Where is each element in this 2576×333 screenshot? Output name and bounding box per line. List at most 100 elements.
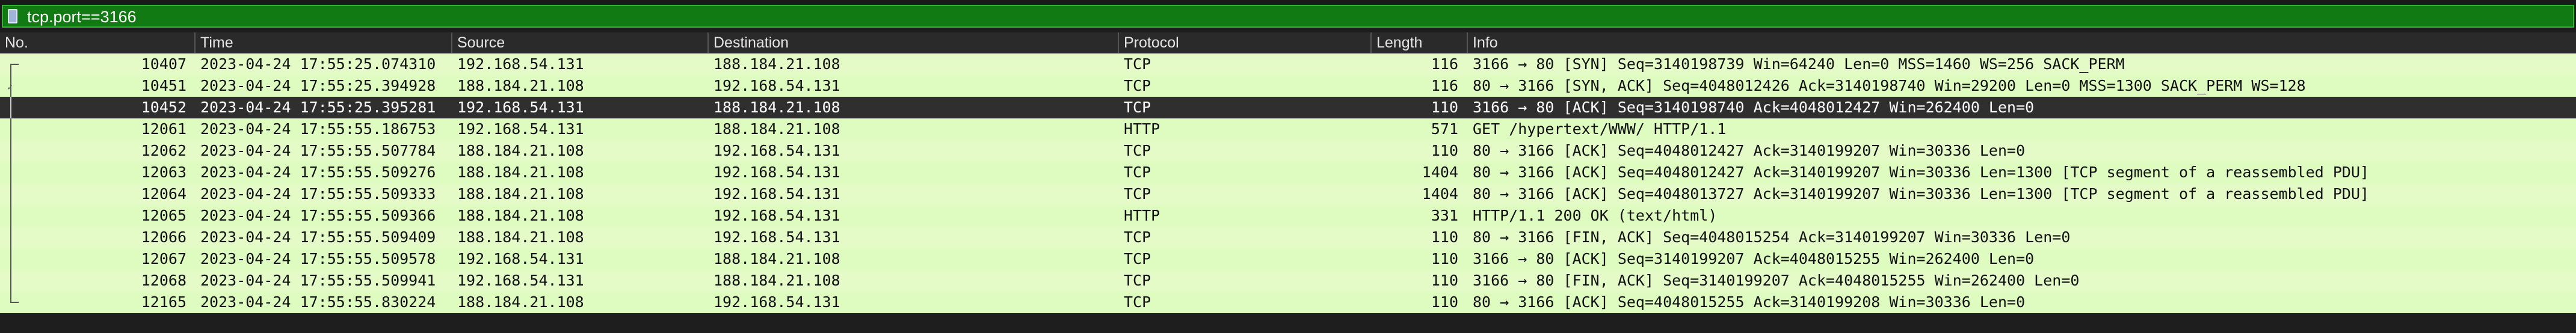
packet-time: 2023-04-24 17:55:55.509578: [200, 250, 436, 267]
packet-length: 571: [1431, 120, 1458, 138]
packet-destination: 192.168.54.131: [713, 77, 840, 94]
packet-destination: 192.168.54.131: [713, 293, 840, 311]
packet-source: 188.184.21.108: [457, 293, 584, 311]
packet-protocol: HTTP: [1124, 120, 1160, 138]
packet-info: GET /hypertext/WWW/ HTTP/1.1: [1473, 120, 1727, 138]
packet-source: 188.184.21.108: [457, 185, 584, 203]
packet-protocol: TCP: [1124, 77, 1151, 94]
packet-source: 192.168.54.131: [457, 120, 584, 138]
packet-source: 192.168.54.131: [457, 272, 584, 289]
packet-info: 80 → 3166 [FIN, ACK] Seq=4048015254 Ack=…: [1473, 228, 2071, 246]
packet-row[interactable]: 12065 2023-04-24 17:55:55.509366 188.184.2…: [0, 205, 2576, 227]
packet-protocol: TCP: [1124, 250, 1151, 267]
packet-length: 331: [1431, 207, 1458, 224]
packet-destination: 188.184.21.108: [713, 99, 840, 116]
packet-destination: 188.184.21.108: [713, 55, 840, 73]
packet-time: 2023-04-24 17:55:25.395281: [200, 99, 436, 116]
column-header-no[interactable]: No.: [0, 32, 194, 53]
packet-row[interactable]: 12061 2023-04-24 17:55:55.186753 192.168.5…: [0, 118, 2576, 140]
packet-number: 12062: [141, 142, 186, 159]
packet-destination: 188.184.21.108: [713, 272, 840, 289]
packet-source: 192.168.54.131: [457, 55, 584, 73]
packet-info: HTTP/1.1 200 OK (text/html): [1473, 207, 1718, 224]
packet-time: 2023-04-24 17:55:55.509276: [200, 163, 436, 181]
packet-length: 110: [1431, 228, 1458, 246]
packet-row[interactable]: 12062 2023-04-24 17:55:55.507784 188.184.2…: [0, 140, 2576, 162]
packet-row[interactable]: ✓ 10451 2023-04-24 17:55:25.394928 188.184.…: [0, 75, 2576, 97]
packet-time: 2023-04-24 17:55:55.509333: [200, 185, 436, 203]
packet-length: 110: [1431, 293, 1458, 311]
packet-info: 80 → 3166 [SYN, ACK] Seq=4048012426 Ack=…: [1473, 77, 2306, 94]
packet-protocol: TCP: [1124, 185, 1151, 203]
packet-number: 12064: [141, 185, 186, 203]
packet-source: 188.184.21.108: [457, 207, 584, 224]
packet-protocol: TCP: [1124, 55, 1151, 73]
packet-length: 110: [1431, 272, 1458, 289]
packet-list: 10407 2023-04-24 17:55:25.074310 192.168.5…: [0, 53, 2576, 313]
packet-destination: 192.168.54.131: [713, 207, 840, 224]
packet-length: 1404: [1422, 163, 1458, 181]
packet-destination: 192.168.54.131: [713, 228, 840, 246]
packet-source: 188.184.21.108: [457, 142, 584, 159]
packet-source: 188.184.21.108: [457, 163, 584, 181]
column-header-length[interactable]: Length: [1370, 32, 1467, 53]
display-filter-text[interactable]: tcp.port==3166: [27, 7, 137, 26]
column-header-destination[interactable]: Destination: [707, 32, 1118, 53]
packet-row[interactable]: 10452 2023-04-24 17:55:25.395281 192.168.5…: [0, 97, 2576, 118]
packet-protocol: TCP: [1124, 142, 1151, 159]
packet-protocol: TCP: [1124, 228, 1151, 246]
packet-time: 2023-04-24 17:55:55.509409: [200, 228, 436, 246]
packet-number: 12165: [141, 293, 186, 311]
packet-protocol: TCP: [1124, 272, 1151, 289]
packet-length: 110: [1431, 250, 1458, 267]
packet-row[interactable]: 12066 2023-04-24 17:55:55.509409 188.184.2…: [0, 227, 2576, 248]
packet-info: 3166 → 80 [ACK] Seq=3140199207 Ack=40480…: [1473, 250, 2035, 267]
packet-info: 3166 → 80 [SYN] Seq=3140198739 Win=64240…: [1473, 55, 2125, 73]
packet-number: 12065: [141, 207, 186, 224]
packet-length: 110: [1431, 99, 1458, 116]
packet-source: 188.184.21.108: [457, 228, 584, 246]
packet-length: 116: [1431, 55, 1458, 73]
packet-source: 192.168.54.131: [457, 250, 584, 267]
packet-row[interactable]: 12064 2023-04-24 17:55:55.509333 188.184.2…: [0, 183, 2576, 205]
packet-destination: 188.184.21.108: [713, 250, 840, 267]
packet-number: 12066: [141, 228, 186, 246]
packet-destination: 192.168.54.131: [713, 185, 840, 203]
packet-number: 10407: [141, 55, 186, 73]
packet-number: 12068: [141, 272, 186, 289]
packet-protocol: TCP: [1124, 293, 1151, 311]
packet-time: 2023-04-24 17:55:55.509366: [200, 207, 436, 224]
packet-list-empty-area: [0, 313, 2576, 333]
packet-protocol: HTTP: [1124, 207, 1160, 224]
packet-source: 192.168.54.131: [457, 99, 584, 116]
display-filter-input[interactable]: tcp.port==3166: [2, 5, 2574, 28]
packet-time: 2023-04-24 17:55:25.074310: [200, 55, 436, 73]
column-header-protocol[interactable]: Protocol: [1118, 32, 1370, 53]
packet-time: 2023-04-24 17:55:55.186753: [200, 120, 436, 138]
packet-list-header: No. Time Source Destination Protocol Len…: [0, 32, 2576, 53]
packet-number: 12063: [141, 163, 186, 181]
packet-destination: 188.184.21.108: [713, 120, 840, 138]
packet-time: 2023-04-24 17:55:55.509941: [200, 272, 436, 289]
filter-bookmark-icon[interactable]: [8, 9, 17, 23]
packet-row[interactable]: 10407 2023-04-24 17:55:25.074310 192.168.5…: [0, 53, 2576, 75]
column-header-source[interactable]: Source: [451, 32, 707, 53]
packet-info: 3166 → 80 [FIN, ACK] Seq=3140199207 Ack=…: [1473, 272, 2080, 289]
packet-row[interactable]: 12068 2023-04-24 17:55:55.509941 192.168.5…: [0, 270, 2576, 292]
packet-destination: 192.168.54.131: [713, 142, 840, 159]
packet-number: 12061: [141, 120, 186, 138]
column-header-time[interactable]: Time: [194, 32, 451, 53]
display-filter-bar: tcp.port==3166: [0, 0, 2576, 30]
packet-info: 3166 → 80 [ACK] Seq=3140198740 Ack=40480…: [1473, 99, 2035, 116]
packet-length: 110: [1431, 142, 1458, 159]
packet-source: 188.184.21.108: [457, 77, 584, 94]
packet-row[interactable]: 12165 2023-04-24 17:55:55.830224 188.184.2…: [0, 292, 2576, 313]
packet-time: 2023-04-24 17:55:55.830224: [200, 293, 436, 311]
packet-protocol: TCP: [1124, 163, 1151, 181]
column-header-info[interactable]: Info: [1467, 32, 2576, 53]
packet-row[interactable]: 12067 2023-04-24 17:55:55.509578 192.168.5…: [0, 248, 2576, 270]
packet-row[interactable]: 12063 2023-04-24 17:55:55.509276 188.184.2…: [0, 162, 2576, 183]
packet-info: 80 → 3166 [ACK] Seq=4048013727 Ack=31401…: [1473, 185, 2370, 203]
packet-time: 2023-04-24 17:55:55.507784: [200, 142, 436, 159]
packet-length: 1404: [1422, 185, 1458, 203]
